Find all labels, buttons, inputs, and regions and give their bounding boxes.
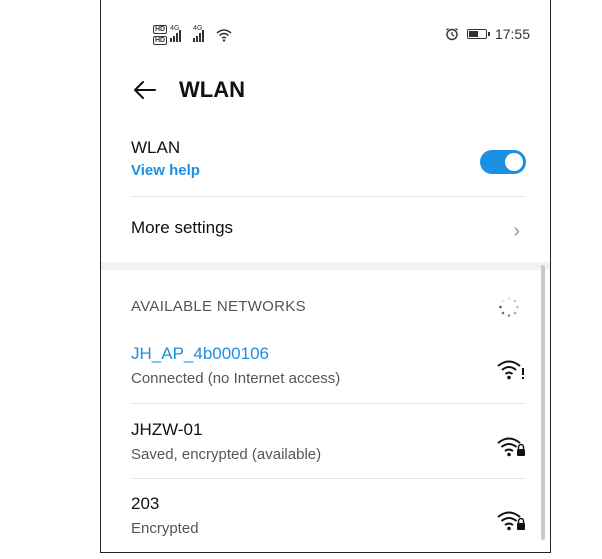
wifi-lock-icon <box>497 511 525 531</box>
wifi-no-internet-icon <box>497 360 524 380</box>
phone-screen: HD HD 4G 4G 17:55 WLAN WLAN View help Mo… <box>100 0 551 553</box>
alarm-icon <box>446 27 458 41</box>
app-bar: WLAN <box>101 70 550 110</box>
scrollbar[interactable] <box>541 265 545 540</box>
status-left: HD HD 4G 4G <box>153 24 232 46</box>
wifi-lock-icon <box>497 437 525 457</box>
hd-badge: HD <box>153 36 168 45</box>
status-right: 17:55 <box>445 26 530 42</box>
back-arrow-icon[interactable] <box>131 76 159 104</box>
network-item[interactable]: 203 Encrypted <box>131 494 526 544</box>
view-help-link[interactable]: View help <box>131 162 526 179</box>
section-gap <box>101 262 550 270</box>
hd-badges: HD HD <box>153 25 168 45</box>
wlan-label: WLAN <box>131 138 181 157</box>
more-settings-row[interactable]: More settings › <box>131 218 526 244</box>
signal-icon: 4G <box>170 25 190 42</box>
more-settings-label: More settings <box>131 218 234 237</box>
section-header: AVAILABLE NETWORKS <box>131 298 306 315</box>
network-item[interactable]: JH_AP_4b000106 Connected (no Internet ac… <box>131 344 526 394</box>
network-status: Saved, encrypted (available) <box>131 446 322 463</box>
clock: 17:55 <box>494 26 530 42</box>
network-ssid: JHZW-01 <box>131 420 203 439</box>
network-item[interactable]: JHZW-01 Saved, encrypted (available) <box>131 420 526 470</box>
divider <box>131 478 526 479</box>
wlan-switch[interactable] <box>480 150 526 174</box>
divider <box>131 403 526 404</box>
network-ssid: JH_AP_4b000106 <box>131 344 270 363</box>
wifi-status-icon <box>216 29 232 42</box>
network-status: Connected (no Internet access) <box>131 370 341 387</box>
page-title: WLAN <box>179 77 245 102</box>
battery-icon <box>466 29 490 39</box>
loading-spinner-icon <box>499 297 519 317</box>
network-ssid: 203 <box>131 494 160 513</box>
status-bar: HD HD 4G 4G 17:55 <box>101 0 550 60</box>
switch-knob <box>505 153 523 171</box>
chevron-right-icon: › <box>513 220 520 242</box>
divider <box>131 196 526 197</box>
hd-badge: HD <box>153 25 168 34</box>
network-status: Encrypted <box>131 520 199 537</box>
signal-icon: 4G <box>193 25 213 42</box>
wlan-toggle-row[interactable]: WLAN View help <box>131 138 526 188</box>
